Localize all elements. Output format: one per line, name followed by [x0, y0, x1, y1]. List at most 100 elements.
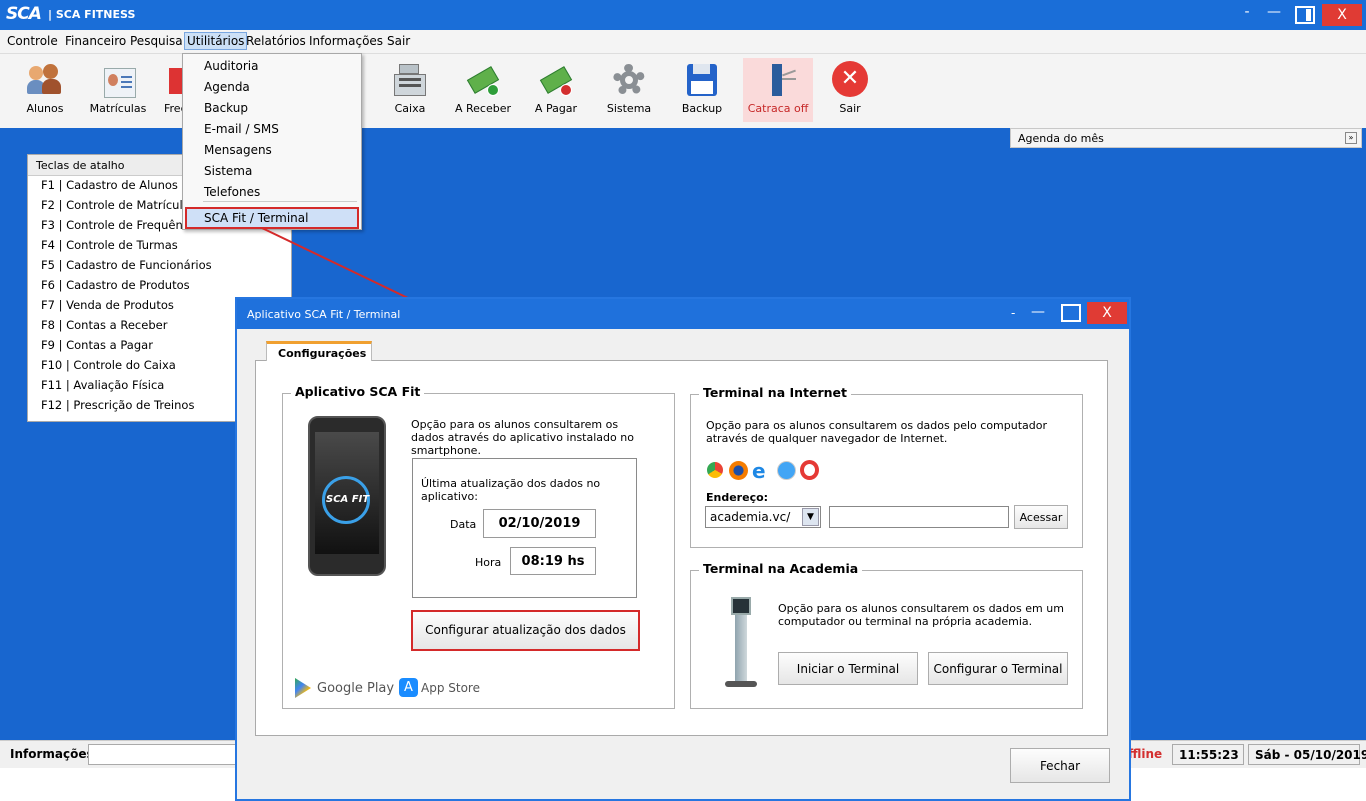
toolbar-a-receber-button[interactable]: A Receber: [448, 62, 518, 115]
phone-logo: SCA FIT: [326, 494, 370, 505]
gear-icon: [609, 62, 649, 98]
academy-group: Terminal na Academia Opção para os aluno…: [690, 561, 1083, 709]
start-terminal-button[interactable]: Iniciar o Terminal: [778, 652, 918, 685]
menu-item-auditoria[interactable]: Auditoria: [204, 59, 258, 73]
toolbar-label: Catraca off: [747, 102, 809, 115]
menu-item-label: SCA Fit / Terminal: [204, 211, 309, 225]
agenda-panel[interactable]: Agenda do mês »: [1010, 128, 1362, 148]
internet-group-title: Terminal na Internet: [699, 385, 851, 400]
toolbar-matriculas-button[interactable]: Matrículas: [83, 62, 153, 115]
configure-terminal-button[interactable]: Configurar o Terminal: [928, 652, 1068, 685]
toolbar-label: A Pagar: [534, 102, 578, 115]
dialog-minimize-button[interactable]: -: [1011, 306, 1015, 320]
menu-bar: Controle Financeiro Pesquisa Utilitários…: [0, 30, 1366, 54]
menu-informacoes[interactable]: Informações: [309, 34, 383, 48]
tab-panel: Aplicativo SCA Fit SCA FIT Opção para os…: [255, 360, 1108, 736]
status-mode: ffline: [1128, 747, 1163, 761]
toolbar-backup-button[interactable]: Backup: [667, 62, 737, 115]
floppy-icon: [682, 62, 722, 98]
turnstile-icon: [758, 62, 798, 98]
dialog-title-bar: Aplicativo SCA Fit / Terminal - — X: [237, 299, 1129, 329]
minimize-button[interactable]: -: [1240, 4, 1254, 26]
utilities-dropdown: Auditoria Agenda Backup E-mail / SMS Men…: [182, 53, 362, 230]
academy-description: Opção para os alunos consultarem os dado…: [778, 602, 1064, 628]
google-play-icon: [295, 678, 311, 698]
menu-utilitarios[interactable]: Utilitários: [184, 32, 248, 50]
toolbar-caixa-button[interactable]: Caixa: [375, 62, 445, 115]
app-logo: SCA: [6, 4, 42, 24]
dialog-title: Aplicativo SCA Fit / Terminal: [247, 308, 401, 321]
kiosk-image: [721, 597, 759, 691]
chevron-down-icon[interactable]: ▼: [802, 508, 819, 526]
toolbar-label: Matrículas: [89, 102, 147, 115]
menu-relatorios[interactable]: Relatórios: [246, 34, 306, 48]
menu-item-agenda[interactable]: Agenda: [204, 80, 250, 94]
menu-separator: [203, 201, 357, 202]
status-time: 11:55:23: [1172, 744, 1244, 765]
menu-item-backup[interactable]: Backup: [204, 101, 248, 115]
toolbar-sistema-button[interactable]: Sistema: [594, 62, 664, 115]
app-store-label[interactable]: App Store: [421, 681, 480, 695]
tab-configuracoes[interactable]: Configurações: [266, 341, 372, 361]
internet-description: Opção para os alunos consultarem os dado…: [706, 419, 1048, 445]
app-group-title: Aplicativo SCA Fit: [291, 384, 425, 399]
update-info-box: Última atualização dos dados no aplicati…: [412, 458, 637, 598]
close-button[interactable]: X: [1322, 4, 1362, 26]
app-store-icon: A: [399, 678, 418, 697]
status-date: Sáb - 05/10/2019: [1248, 744, 1366, 765]
agenda-title: Agenda do mês: [1018, 132, 1104, 145]
chevron-down-icon[interactable]: »: [1345, 132, 1357, 144]
configure-update-button[interactable]: Configurar atualização dos dados: [411, 610, 640, 651]
url-input[interactable]: [829, 506, 1009, 528]
menu-controle[interactable]: Controle: [7, 34, 58, 48]
safari-icon: [777, 461, 796, 480]
academy-group-title: Terminal na Academia: [699, 561, 863, 576]
menu-pesquisa[interactable]: Pesquisa: [130, 34, 183, 48]
money-receive-icon: [463, 62, 503, 98]
firefox-icon: [729, 461, 748, 480]
toolbar-a-pagar-button[interactable]: A Pagar: [521, 62, 591, 115]
menu-item-sca-fit-terminal[interactable]: SCA Fit / Terminal: [185, 207, 359, 229]
toolbar-sair-button[interactable]: ✕ Sair: [815, 61, 885, 115]
maximize-icon: [1306, 9, 1311, 21]
address-select-value: academia.vc/: [710, 510, 791, 524]
dialog-close-button[interactable]: X: [1087, 302, 1127, 324]
menu-item-sistema[interactable]: Sistema: [204, 164, 252, 178]
menu-item-telefones[interactable]: Telefones: [204, 185, 260, 199]
app-title: | SCA FITNESS: [48, 8, 136, 21]
dialog-id-icon[interactable]: [1061, 304, 1081, 322]
toolbar-label: Caixa: [394, 102, 426, 115]
close-dialog-button[interactable]: Fechar: [1010, 748, 1110, 783]
last-update-label: Última atualização dos dados no aplicati…: [421, 477, 601, 503]
toolbar-label: Alunos: [26, 102, 64, 115]
sca-fit-dialog: Aplicativo SCA Fit / Terminal - — X Conf…: [235, 297, 1131, 801]
dialog-restore-button[interactable]: —: [1031, 304, 1045, 320]
shortcut-item[interactable]: F4 | Controle de Turmas: [28, 236, 291, 256]
toolbar-label: Backup: [681, 102, 723, 115]
status-info-field: [88, 744, 238, 765]
exit-icon: ✕: [830, 61, 870, 98]
enrollment-icon: [98, 62, 138, 98]
smartphone-image: SCA FIT: [308, 416, 386, 576]
menu-financeiro[interactable]: Financeiro: [65, 34, 126, 48]
hora-field: 08:19 hs: [510, 547, 596, 575]
shortcut-item[interactable]: F5 | Cadastro de Funcionários: [28, 256, 291, 276]
address-select[interactable]: academia.vc/ ▼: [705, 506, 821, 528]
menu-sair[interactable]: Sair: [387, 34, 410, 48]
toolbar-catraca-button[interactable]: Catraca off: [743, 58, 813, 122]
access-button[interactable]: Acessar: [1014, 505, 1068, 529]
shortcut-item[interactable]: F6 | Cadastro de Produtos: [28, 276, 291, 296]
google-play-label[interactable]: Google Play: [317, 681, 394, 696]
menu-item-mensagens[interactable]: Mensagens: [204, 143, 272, 157]
restore-button[interactable]: —: [1263, 4, 1285, 26]
app-description: Opção para os alunos consultarem os dado…: [411, 418, 634, 457]
menu-item-email-sms[interactable]: E-mail / SMS: [204, 122, 279, 136]
cash-register-icon: [390, 62, 430, 98]
chrome-icon: [706, 461, 724, 479]
ie-icon: e: [752, 459, 766, 483]
maximize-button[interactable]: [1295, 6, 1315, 24]
money-pay-icon: [536, 62, 576, 98]
toolbar-frequencia-button[interactable]: Freq: [155, 62, 185, 115]
toolbar-alunos-button[interactable]: Alunos: [10, 62, 80, 115]
status-info-label: Informações: [10, 747, 94, 761]
